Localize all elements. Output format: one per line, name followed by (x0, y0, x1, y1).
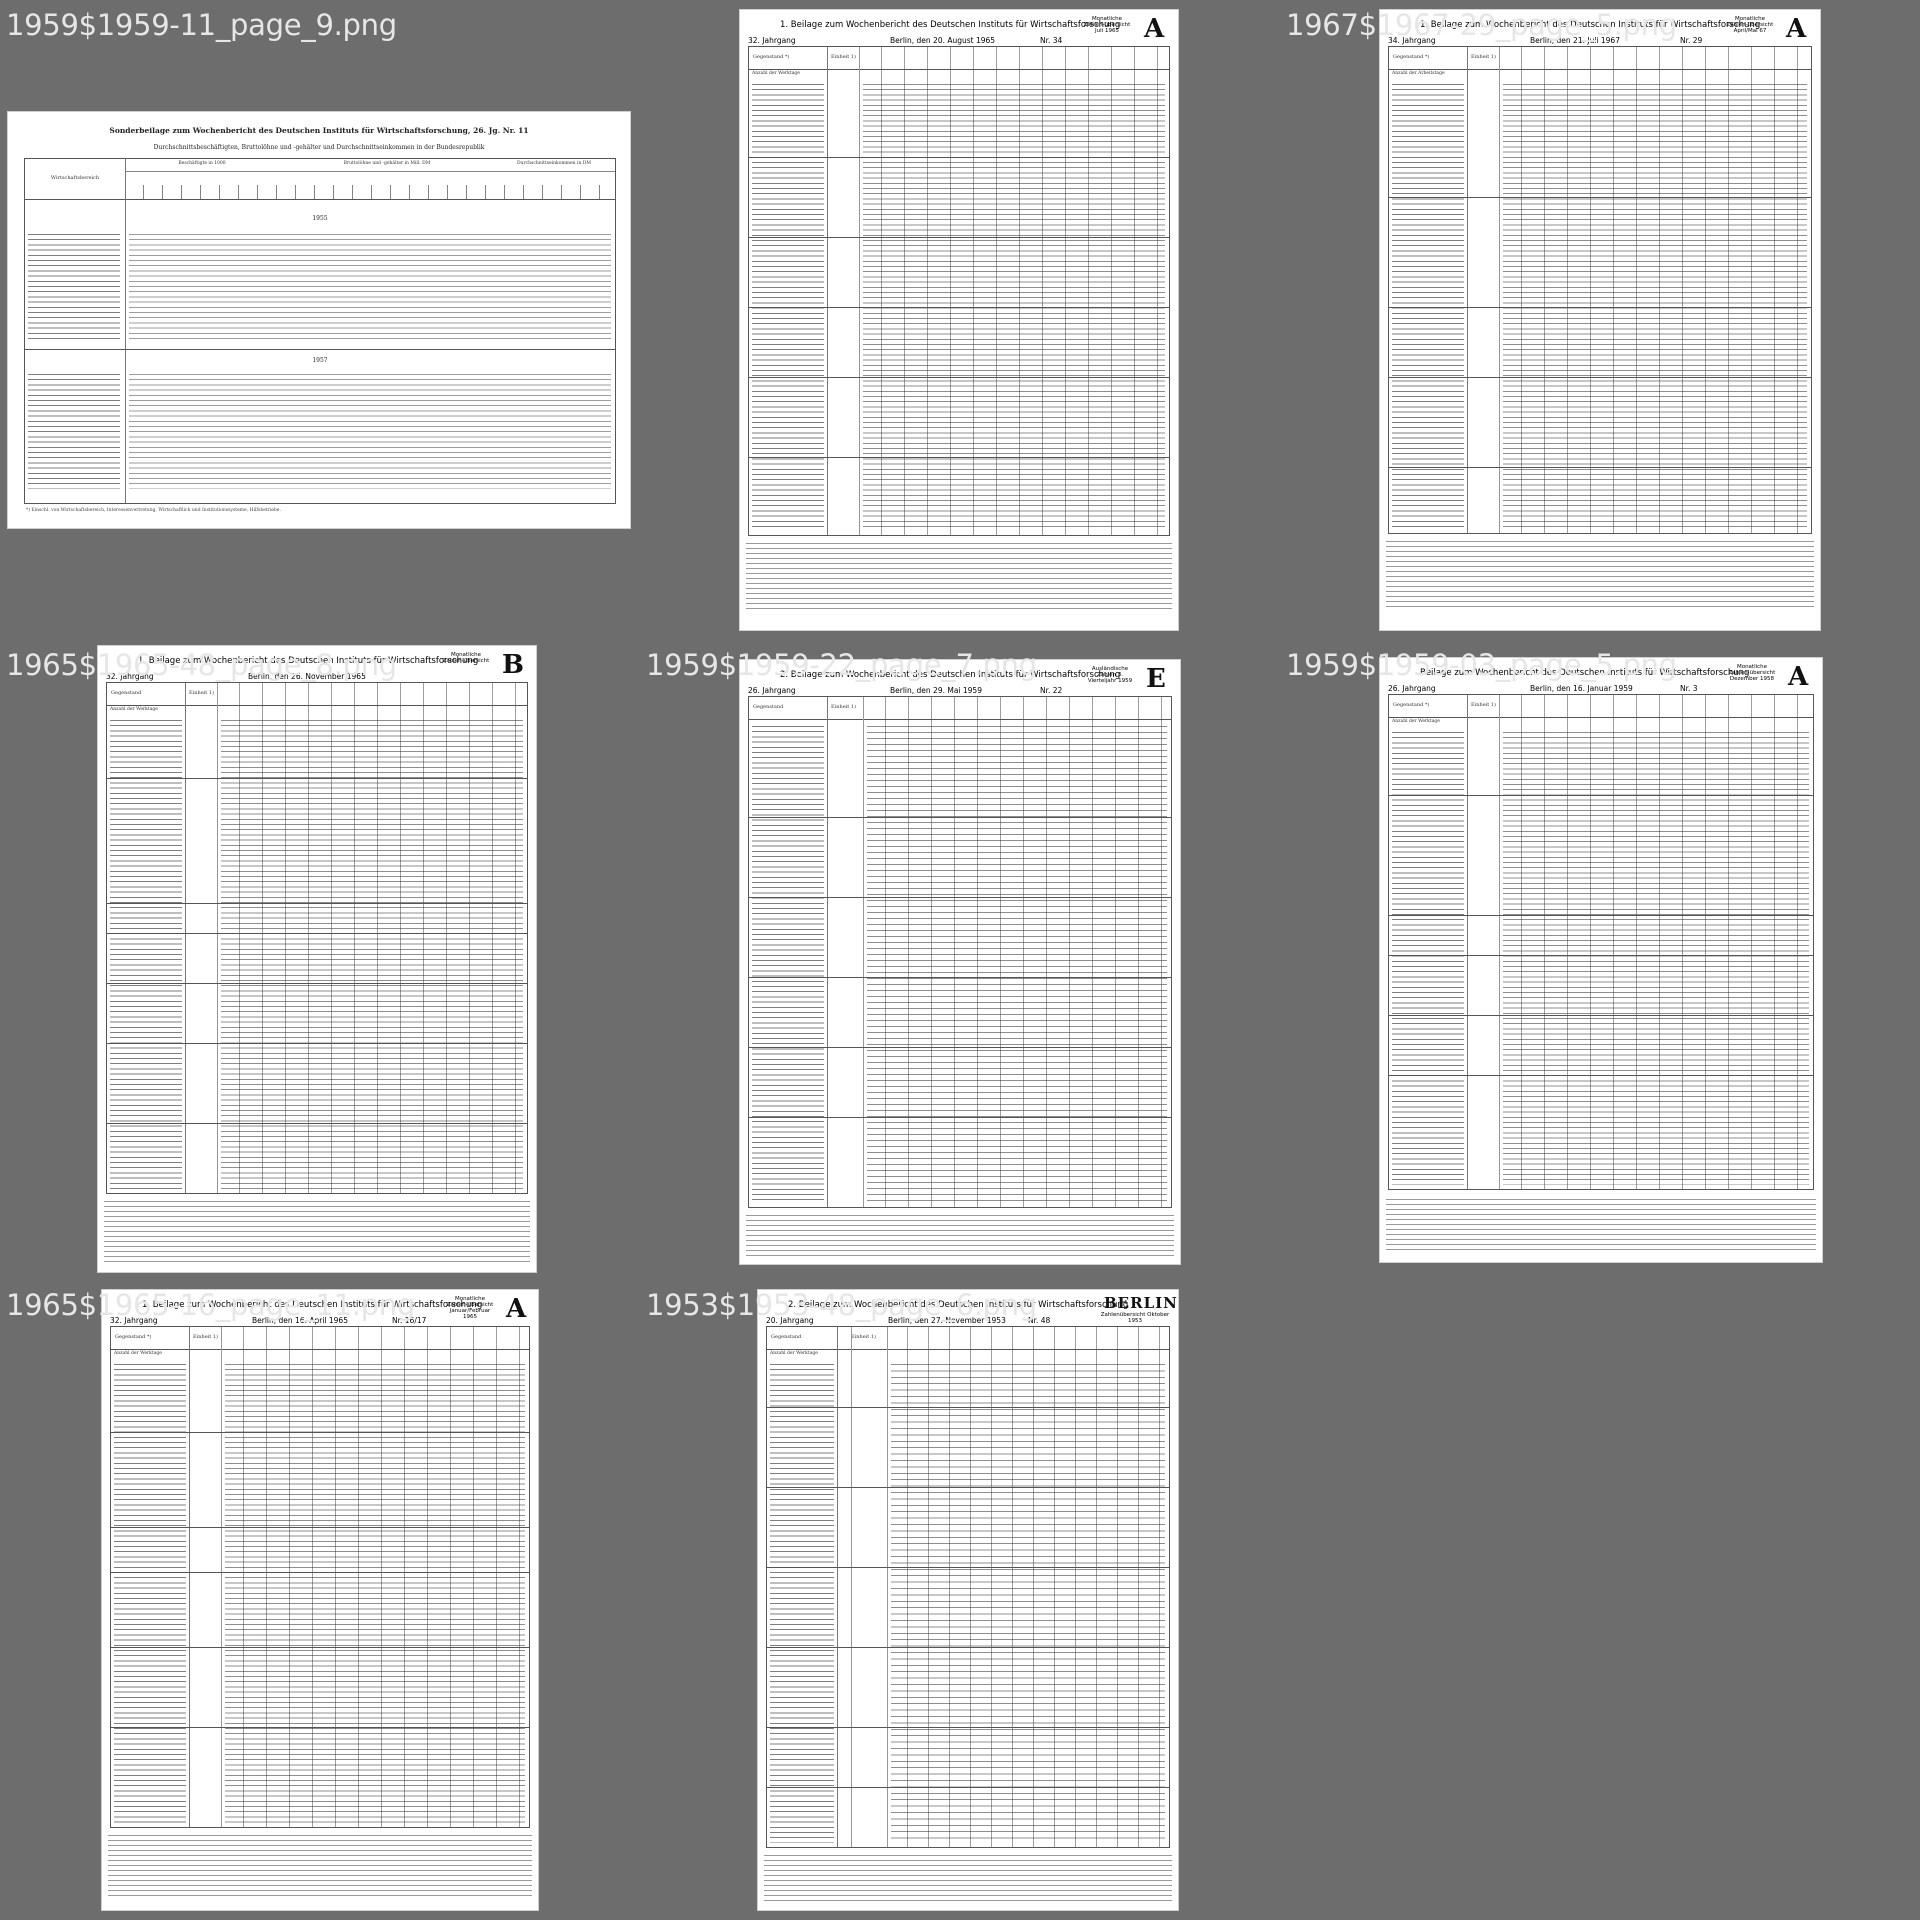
document-page: 2. Beilage zum Wochenbericht des Deutsch… (758, 1290, 1178, 1910)
thumbnail-grid: 1959$1959-11_page_9.png Sonderbeilage zu… (0, 0, 1920, 1920)
page-header-note: Ausländische Zahlen 3. Vierteljahr 1959 (1087, 666, 1133, 684)
page-header-volume: 26. Jahrgang (1388, 684, 1436, 693)
data-table: Wirtschaftsbereich Beschäftigte in 1000 … (24, 158, 616, 504)
grid-cell[interactable]: 1965$1965-16_page_11.png 1. Beilage zum … (0, 1280, 640, 1920)
cell-filename-label: 1965$1965-16_page_11.png (6, 1288, 415, 1322)
page-footnote: *) Einschl. von Wirtschaftsbereich, Inte… (26, 508, 281, 513)
page-section-letter: A (1786, 14, 1807, 44)
page-header-note: Monatliche Zahlen-übersicht Januar/Febru… (446, 1296, 494, 1320)
cell-filename-label: 1959$1959-22_page_7.png (646, 648, 1037, 682)
row-labels (28, 371, 120, 489)
page-section-letter: A (1788, 662, 1809, 692)
document-page: Sonderbeilage zum Wochenbericht des Deut… (8, 112, 630, 528)
cell-filename-label: 1959$1959-11_page_9.png (6, 8, 397, 42)
grid-cell[interactable]: 1959$1959-22_page_7.png 2. Beilage zum W… (640, 640, 1280, 1280)
page-section-letter: A (506, 1294, 527, 1324)
data-table: Gegenstand Einheit 1) Anzahl der Werktag… (766, 1326, 1170, 1848)
page-header-date: Berlin, den 16. Januar 1959 (1530, 684, 1633, 693)
table-first-row-label: Anzahl der Werktage (114, 1351, 162, 1356)
cell-filename-label: 1967$1967-29_page_5.png (1286, 8, 1677, 42)
page-header-note: Monatliche Zahlen-übersicht April/Mai 67 (1726, 16, 1774, 34)
page-section-letter: A (1144, 14, 1165, 44)
grid-cell[interactable]: 1. Beilage zum Wochenbericht des Deutsch… (640, 0, 1280, 640)
data-table: Gegenstand *) Einheit 1) Anzahl der Werk… (748, 46, 1170, 536)
grid-cell[interactable]: 1959$1959-11_page_9.png Sonderbeilage zu… (0, 0, 640, 640)
page-header-volume: 26. Jahrgang (748, 686, 796, 695)
page-header-number: Nr. 29 (1680, 36, 1703, 45)
row-values (129, 371, 611, 489)
year-label: 1957 (312, 357, 328, 364)
group-heading: Durchschnittseinkommen in DM (516, 161, 591, 166)
data-table: Gegenstand *) Einheit 1) Anzahl der Werk… (110, 1326, 530, 1828)
row-values (221, 717, 523, 1189)
table-first-row-label: Anzahl der Werktage (110, 707, 158, 712)
cell-filename-label: 1959$1959-03_page_5.png (1286, 648, 1677, 682)
page-header-date: Berlin, den 20. August 1965 (890, 36, 996, 45)
page-section-letter: BERLIN (1104, 1294, 1178, 1312)
table-first-row-label: Anzahl der Arbeitstage (1392, 71, 1445, 76)
row-values (891, 1361, 1165, 1843)
document-page: 1. Beilage zum Wochenbericht des Deutsch… (740, 10, 1178, 630)
grid-cell[interactable]: 1965$1965-48_page_8.png 1. Beilage zum W… (0, 640, 640, 1280)
page-footnotes (764, 1852, 1172, 1902)
cell-filename-label: 1965$1965-48_page_8.png (6, 648, 397, 682)
document-page: 1. Beilage zum Wochenbericht des Deutsch… (98, 646, 536, 1272)
page-header-number: Nr. 34 (1040, 36, 1063, 45)
document-page: 1. Beilage zum Wochenbericht des Deutsch… (1380, 10, 1820, 630)
grid-cell[interactable]: 1953$1953-48_page_6.png 2. Beilage zum W… (640, 1280, 1280, 1920)
page-header-number: Nr. 3 (1680, 684, 1698, 693)
page-footnotes (108, 1832, 532, 1896)
table-first-row-label: Anzahl der Werktage (1392, 719, 1440, 724)
page-header-note: Monatliche Zahlen-übersicht Juli 1965 (1083, 16, 1131, 34)
page-header-title: Sonderbeilage zum Wochenbericht des Deut… (109, 126, 529, 135)
row-labels (752, 723, 824, 1203)
page-header-subtitle: Durchschnittsbeschäftigten, Bruttolöhne … (153, 144, 485, 151)
row-labels (1392, 729, 1464, 1185)
page-footnotes (746, 540, 1172, 610)
row-labels (770, 1361, 834, 1843)
page-footnotes (104, 1198, 530, 1264)
empty-grid-cell (1280, 1280, 1920, 1920)
page-footnotes (1386, 1196, 1816, 1252)
data-table: Gegenstand Einheit 1) (748, 696, 1172, 1208)
grid-cell[interactable]: 1959$1959-03_page_5.png Beilage zum Woch… (1280, 640, 1920, 1280)
row-labels (1392, 81, 1464, 529)
row-values (225, 1361, 525, 1823)
page-footnotes (1386, 538, 1814, 608)
row-values (867, 723, 1167, 1203)
row-labels (752, 81, 824, 531)
page-section-letter: E (1146, 664, 1166, 694)
row-values (129, 231, 611, 341)
data-table: Gegenstand *) Einheit 1) Anzahl der Arbe… (1388, 46, 1812, 534)
group-heading: Beschäftigte in 1000 (178, 161, 226, 166)
page-header-title: 1. Beilage zum Wochenbericht des Deutsch… (780, 20, 1121, 30)
page-header-number: Nr. 22 (1040, 686, 1063, 695)
page-header-note: Monatliche Zahlen-übersicht Dezember 195… (1728, 664, 1776, 682)
row-values (1503, 81, 1807, 529)
data-table: Gegenstand Einheit 1) Anzahl der Werktag… (106, 682, 528, 1194)
document-page: 1. Beilage zum Wochenbericht des Deutsch… (102, 1290, 538, 1910)
table-first-row-label: Anzahl der Werktage (752, 71, 800, 76)
row-values (1503, 729, 1809, 1185)
data-table: Gegenstand *) Einheit 1) Anzahl der Werk… (1388, 694, 1814, 1190)
page-section-letter: B (502, 650, 524, 680)
page-header-note: Monatliche Zahlen-übersicht (442, 652, 490, 664)
table-first-row-label: Anzahl der Werktage (770, 1351, 818, 1356)
cell-filename-label: 1953$1953-48_page_6.png (646, 1288, 1037, 1322)
group-heading: Bruttolöhne und -gehälter in Mill. DM (343, 161, 431, 166)
row-values (863, 81, 1165, 531)
page-header-note: Zahlenübersicht Oktober 1953 (1100, 1312, 1170, 1324)
row-labels (114, 1361, 186, 1823)
year-label: 1955 (312, 215, 328, 222)
page-header-date: Berlin, den 29. Mai 1959 (890, 686, 982, 695)
document-page: 2. Beilage zum Wochenbericht des Deutsch… (740, 660, 1180, 1264)
page-footnotes (746, 1212, 1174, 1258)
row-labels (28, 231, 120, 341)
document-page: Beilage zum Wochenbericht des Deutschen … (1380, 658, 1822, 1262)
grid-cell[interactable]: 1967$1967-29_page_5.png 1. Beilage zum W… (1280, 0, 1920, 640)
page-header-volume: 32. Jahrgang (748, 36, 796, 45)
row-labels (110, 717, 182, 1189)
